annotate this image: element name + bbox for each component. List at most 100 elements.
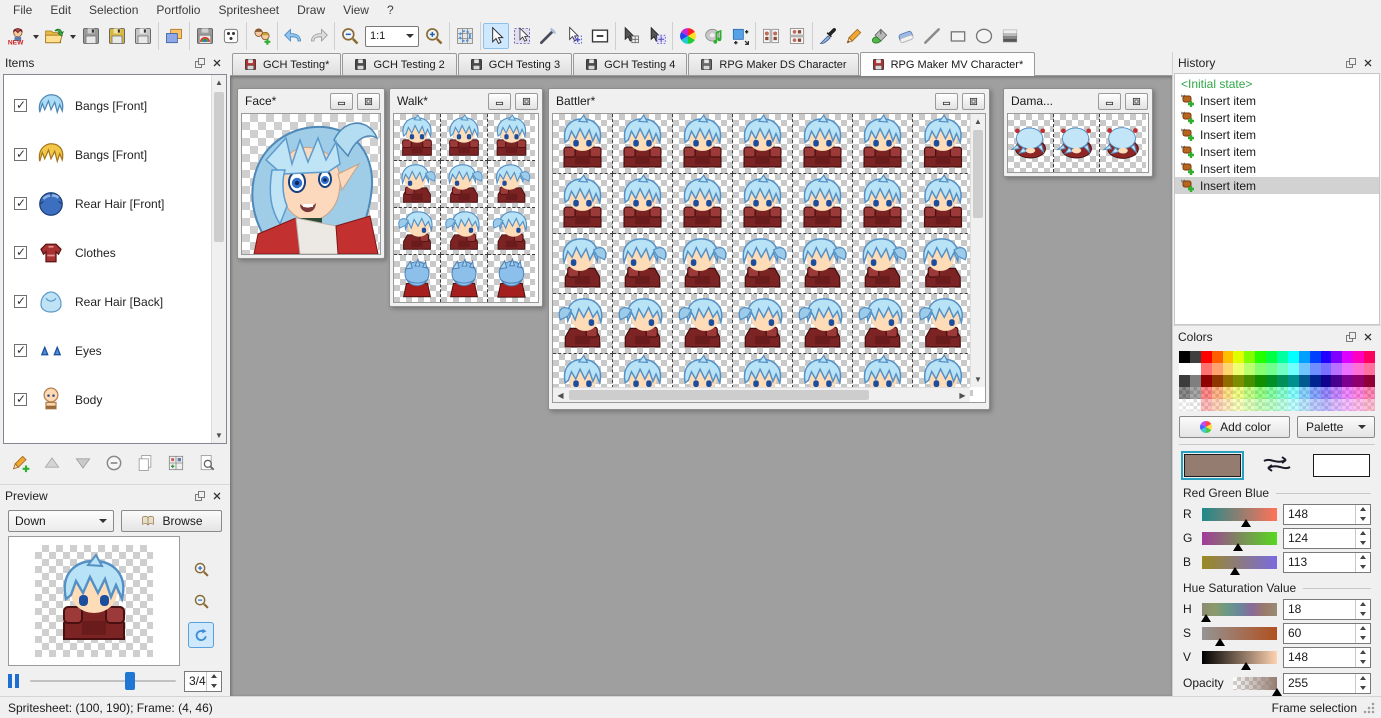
sprite-frame[interactable] bbox=[553, 114, 613, 174]
select-tool-button[interactable] bbox=[483, 23, 509, 49]
spinner-arrows[interactable] bbox=[1355, 553, 1370, 572]
browse-button[interactable]: Browse bbox=[121, 510, 222, 532]
palette-color-swatch[interactable] bbox=[1223, 399, 1234, 411]
damage-window[interactable]: Dama... bbox=[1003, 88, 1153, 177]
history-entry[interactable]: Insert item bbox=[1175, 177, 1379, 194]
slider-marker[interactable] bbox=[1201, 614, 1211, 622]
menu-spritesheet[interactable]: Spritesheet bbox=[209, 1, 288, 19]
sprite-frame[interactable] bbox=[441, 208, 488, 255]
opacity-gradient-slider[interactable] bbox=[1233, 677, 1277, 690]
palette-color-swatch[interactable] bbox=[1244, 387, 1255, 399]
palette-color-swatch[interactable] bbox=[1277, 387, 1288, 399]
list-item[interactable]: Bangs [Front] bbox=[4, 130, 210, 179]
palette-color-swatch[interactable] bbox=[1331, 351, 1342, 363]
sprite-frame[interactable] bbox=[488, 114, 535, 161]
duplicate-item-button[interactable] bbox=[134, 452, 156, 474]
slider-marker[interactable] bbox=[1215, 638, 1225, 646]
palette-color-swatch[interactable] bbox=[1299, 375, 1310, 387]
v-value-spinner[interactable]: 148 bbox=[1283, 647, 1371, 668]
palette-color-swatch[interactable] bbox=[1255, 363, 1266, 375]
float-panel-icon[interactable] bbox=[1342, 55, 1359, 70]
sprite-frame[interactable] bbox=[733, 294, 793, 354]
palette-color-swatch[interactable] bbox=[1244, 351, 1255, 363]
history-entry[interactable]: Insert item bbox=[1175, 92, 1379, 109]
generate-character-button[interactable] bbox=[249, 23, 275, 49]
undo-button[interactable] bbox=[280, 23, 306, 49]
restore-icon[interactable] bbox=[515, 93, 538, 110]
palette-color-swatch[interactable] bbox=[1201, 399, 1212, 411]
randomize-button[interactable] bbox=[218, 23, 244, 49]
h-value-spinner[interactable]: 18 bbox=[1283, 599, 1371, 620]
palette-color-swatch[interactable] bbox=[1353, 363, 1364, 375]
minimize-icon[interactable] bbox=[330, 93, 353, 110]
scroll-up-icon[interactable]: ▲ bbox=[971, 114, 985, 129]
sprite-frame[interactable] bbox=[673, 234, 733, 294]
palette-color-swatch[interactable] bbox=[1212, 363, 1223, 375]
palette-color-swatch[interactable] bbox=[1223, 387, 1234, 399]
palette-color-swatch[interactable] bbox=[1310, 363, 1321, 375]
h-gradient-slider[interactable] bbox=[1202, 603, 1277, 616]
item-checkbox[interactable] bbox=[14, 246, 27, 259]
palette-color-swatch[interactable] bbox=[1212, 399, 1223, 411]
remove-item-button[interactable] bbox=[103, 452, 125, 474]
palette-color-swatch[interactable] bbox=[1310, 375, 1321, 387]
sprite-frame[interactable] bbox=[394, 114, 441, 161]
s-gradient-slider[interactable] bbox=[1202, 627, 1277, 640]
palette-color-swatch[interactable] bbox=[1353, 399, 1364, 411]
palette-color-swatch[interactable] bbox=[1288, 351, 1299, 363]
save-button[interactable] bbox=[78, 23, 104, 49]
pause-button[interactable] bbox=[8, 674, 22, 688]
sprite-frame[interactable] bbox=[793, 294, 853, 354]
item-checkbox[interactable] bbox=[14, 295, 27, 308]
tab-rpg-maker-mv-character-[interactable]: RPG Maker MV Character* bbox=[860, 52, 1036, 76]
palette-color-swatch[interactable] bbox=[1201, 363, 1212, 375]
close-panel-icon[interactable] bbox=[208, 55, 225, 70]
s-value-spinner[interactable]: 60 bbox=[1283, 623, 1371, 644]
float-panel-icon[interactable] bbox=[191, 488, 208, 503]
move-down-button[interactable] bbox=[72, 452, 94, 474]
direction-select[interactable]: Down bbox=[8, 510, 114, 532]
list-item[interactable]: Bangs [Front] bbox=[4, 81, 210, 130]
slider-marker[interactable] bbox=[1272, 688, 1282, 696]
ellipse-tool-button[interactable] bbox=[971, 23, 997, 49]
minimize-icon[interactable] bbox=[488, 93, 511, 110]
menu-file[interactable]: File bbox=[4, 1, 41, 19]
item-checkbox[interactable] bbox=[14, 99, 27, 112]
sprite-frame[interactable] bbox=[488, 255, 535, 302]
palette-color-swatch[interactable] bbox=[1353, 387, 1364, 399]
palette-color-swatch[interactable] bbox=[1277, 363, 1288, 375]
scroll-up-icon[interactable]: ▲ bbox=[212, 75, 226, 90]
palette-color-swatch[interactable] bbox=[1212, 375, 1223, 387]
palette-color-swatch[interactable] bbox=[1321, 351, 1332, 363]
sprite-frame[interactable] bbox=[913, 174, 973, 234]
palette-dropdown[interactable]: Palette bbox=[1297, 416, 1375, 438]
palette-color-swatch[interactable] bbox=[1179, 399, 1190, 411]
palette-color-swatch[interactable] bbox=[1364, 351, 1375, 363]
sprite-frame[interactable] bbox=[853, 294, 913, 354]
palette-color-swatch[interactable] bbox=[1342, 387, 1353, 399]
list-item[interactable]: Rear Hair [Front] bbox=[4, 179, 210, 228]
palette-color-swatch[interactable] bbox=[1266, 387, 1277, 399]
sprite-frame[interactable] bbox=[488, 161, 535, 208]
battler-window[interactable]: Battler* ▲ ▼ ◀ bbox=[548, 88, 990, 410]
sprite-frame[interactable] bbox=[553, 294, 613, 354]
palette-color-swatch[interactable] bbox=[1321, 387, 1332, 399]
palette-color-swatch[interactable] bbox=[1233, 363, 1244, 375]
history-initial-state[interactable]: <Initial state> bbox=[1175, 76, 1379, 92]
resize-grip[interactable] bbox=[1363, 702, 1375, 714]
palette-color-swatch[interactable] bbox=[1179, 387, 1190, 399]
palette-color-swatch[interactable] bbox=[1342, 375, 1353, 387]
palette-color-swatch[interactable] bbox=[1310, 387, 1321, 399]
palette-color-swatch[interactable] bbox=[1233, 387, 1244, 399]
palette-color-swatch[interactable] bbox=[1364, 387, 1375, 399]
list-item[interactable]: Body bbox=[4, 375, 210, 424]
scroll-down-icon[interactable]: ▼ bbox=[212, 428, 226, 443]
item-checkbox[interactable] bbox=[14, 393, 27, 406]
spinner-arrows[interactable] bbox=[1355, 600, 1370, 619]
palette-color-swatch[interactable] bbox=[1179, 363, 1190, 375]
palette-color-swatch[interactable] bbox=[1353, 351, 1364, 363]
palette-color-swatch[interactable] bbox=[1342, 363, 1353, 375]
item-checkbox[interactable] bbox=[14, 344, 27, 357]
palette-color-swatch[interactable] bbox=[1364, 375, 1375, 387]
palette-color-swatch[interactable] bbox=[1255, 387, 1266, 399]
